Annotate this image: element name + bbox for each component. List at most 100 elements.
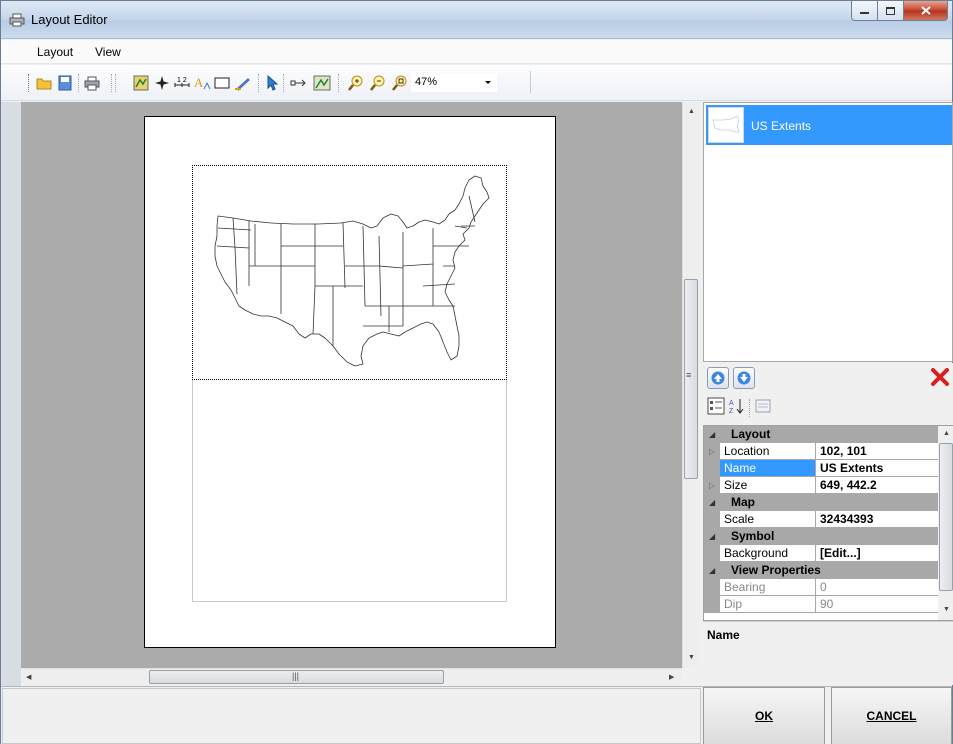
minimize-button[interactable]: [851, 1, 878, 21]
categorized-icon[interactable]: [707, 397, 725, 415]
svg-text:1 2: 1 2: [177, 77, 187, 84]
description-title: Name: [707, 628, 740, 642]
property-value[interactable]: 32434393: [816, 511, 938, 528]
title-bar: Layout Editor: [1, 1, 952, 39]
zoom-extent-icon[interactable]: [391, 74, 409, 92]
scroll-left-icon[interactable]: ◀: [26, 673, 31, 681]
expand-icon[interactable]: ▷: [709, 447, 715, 456]
chevron-down-icon: [485, 81, 491, 84]
property-pages-icon[interactable]: [754, 397, 772, 415]
insert-map-icon[interactable]: [132, 74, 150, 92]
north-arrow-icon[interactable]: [153, 74, 171, 92]
save-icon[interactable]: [56, 74, 74, 92]
property-toolbar: AZ: [703, 363, 953, 425]
menu-view[interactable]: View: [95, 45, 121, 59]
menu-layout[interactable]: Layout: [37, 45, 73, 59]
rectangle-icon[interactable]: [213, 74, 231, 92]
maximize-button[interactable]: [878, 1, 904, 21]
property-value[interactable]: 90: [816, 596, 938, 613]
svg-text:Z: Z: [729, 408, 734, 415]
property-description: Name: [703, 621, 953, 685]
maximize-icon: [886, 6, 895, 15]
cancel-label: CANCEL: [866, 709, 917, 723]
toolbar-separator: [749, 399, 750, 417]
property-row-name[interactable]: Name US Extents: [704, 460, 938, 477]
svg-text:A: A: [194, 75, 204, 90]
scroll-up-icon[interactable]: ▲: [943, 430, 950, 437]
property-grid-scrollbar[interactable]: ▲ ▼: [938, 426, 953, 620]
property-grid[interactable]: ◢ Layout ▷ Location 102, 101 Name US Ext…: [703, 425, 953, 621]
delete-button[interactable]: [928, 365, 952, 389]
canvas-vertical-scrollbar[interactable]: ▲ ≡ ▼: [682, 102, 699, 668]
property-scroll-thumb[interactable]: [939, 443, 953, 591]
scale-bar-icon[interactable]: 1 2: [173, 74, 191, 92]
zoom-out-icon[interactable]: [369, 74, 387, 92]
property-value[interactable]: 649, 442.2: [816, 477, 938, 494]
layout-canvas[interactable]: [21, 102, 682, 668]
category-symbol[interactable]: ◢ Symbol: [704, 528, 938, 545]
scroll-up-icon[interactable]: ▲: [688, 108, 695, 115]
move-up-button[interactable]: [707, 367, 729, 389]
toolbar-grip: [28, 74, 29, 92]
delete-icon: [931, 368, 949, 386]
move-down-button[interactable]: [733, 367, 755, 389]
svg-text:A: A: [729, 400, 734, 407]
select-pointer-icon[interactable]: [263, 74, 281, 92]
scroll-right-icon[interactable]: ▶: [669, 673, 674, 681]
property-value[interactable]: 102, 101: [816, 443, 938, 460]
element-list[interactable]: US Extents: [703, 102, 953, 362]
pan-icon[interactable]: [290, 74, 308, 92]
toolbar: 1 2 A 47%: [1, 65, 952, 101]
minimize-icon: [860, 11, 869, 14]
property-value[interactable]: 0: [816, 579, 938, 596]
open-icon[interactable]: [35, 74, 53, 92]
empty-layout-region: [192, 380, 507, 602]
scroll-down-icon[interactable]: ▼: [943, 606, 950, 613]
text-icon[interactable]: A: [193, 74, 211, 92]
toolbar-separator: [338, 74, 339, 92]
collapse-icon[interactable]: ◢: [709, 430, 715, 439]
property-name: Name: [720, 460, 816, 477]
property-row-bearing[interactable]: Bearing 0: [704, 579, 938, 596]
category-view-properties[interactable]: ◢ View Properties: [704, 562, 938, 579]
property-row-location[interactable]: ▷ Location 102, 101: [704, 443, 938, 460]
list-item-label: US Extents: [751, 119, 812, 133]
property-value[interactable]: [Edit...]: [816, 545, 938, 562]
list-item-us-extents[interactable]: US Extents: [706, 105, 952, 145]
move-up-icon: [711, 371, 725, 385]
expand-icon[interactable]: ▷: [709, 481, 715, 490]
property-row-scale[interactable]: Scale 32434393: [704, 511, 938, 528]
toolbar-separator: [283, 74, 284, 92]
alphabetical-icon[interactable]: AZ: [728, 397, 746, 415]
property-row-dip[interactable]: Dip 90: [704, 596, 938, 613]
us-map-graphic: [214, 175, 490, 367]
ok-label: OK: [755, 709, 773, 723]
property-name: Dip: [720, 596, 816, 613]
legend-icon[interactable]: [234, 74, 252, 92]
zoom-select[interactable]: 47%: [411, 73, 497, 92]
cancel-button[interactable]: CANCEL: [831, 687, 952, 744]
property-name: Size: [720, 477, 816, 494]
zoom-map-icon[interactable]: [313, 74, 331, 92]
window-title: Layout Editor: [31, 12, 108, 27]
toolbar-separator: [78, 74, 79, 92]
menu-bar: Layout View: [1, 40, 952, 64]
ok-button[interactable]: OK: [703, 687, 825, 744]
zoom-in-icon[interactable]: [347, 74, 365, 92]
close-button[interactable]: [904, 1, 948, 21]
map-element[interactable]: [192, 165, 507, 380]
collapse-icon[interactable]: ◢: [709, 566, 715, 575]
collapse-icon[interactable]: ◢: [709, 532, 715, 541]
status-area: [2, 688, 701, 744]
property-name: Bearing: [720, 579, 816, 596]
property-row-background[interactable]: Background [Edit...]: [704, 545, 938, 562]
property-row-size[interactable]: ▷ Size 649, 442.2: [704, 477, 938, 494]
close-icon: [920, 6, 931, 15]
scroll-down-icon[interactable]: ▼: [688, 654, 695, 661]
category-map[interactable]: ◢ Map: [704, 494, 938, 511]
category-layout[interactable]: ◢ Layout: [704, 426, 938, 443]
collapse-icon[interactable]: ◢: [709, 498, 715, 507]
property-value[interactable]: US Extents: [816, 460, 938, 477]
print-icon[interactable]: [83, 74, 101, 92]
canvas-horizontal-scrollbar[interactable]: ◀ ||| ▶: [21, 668, 682, 685]
